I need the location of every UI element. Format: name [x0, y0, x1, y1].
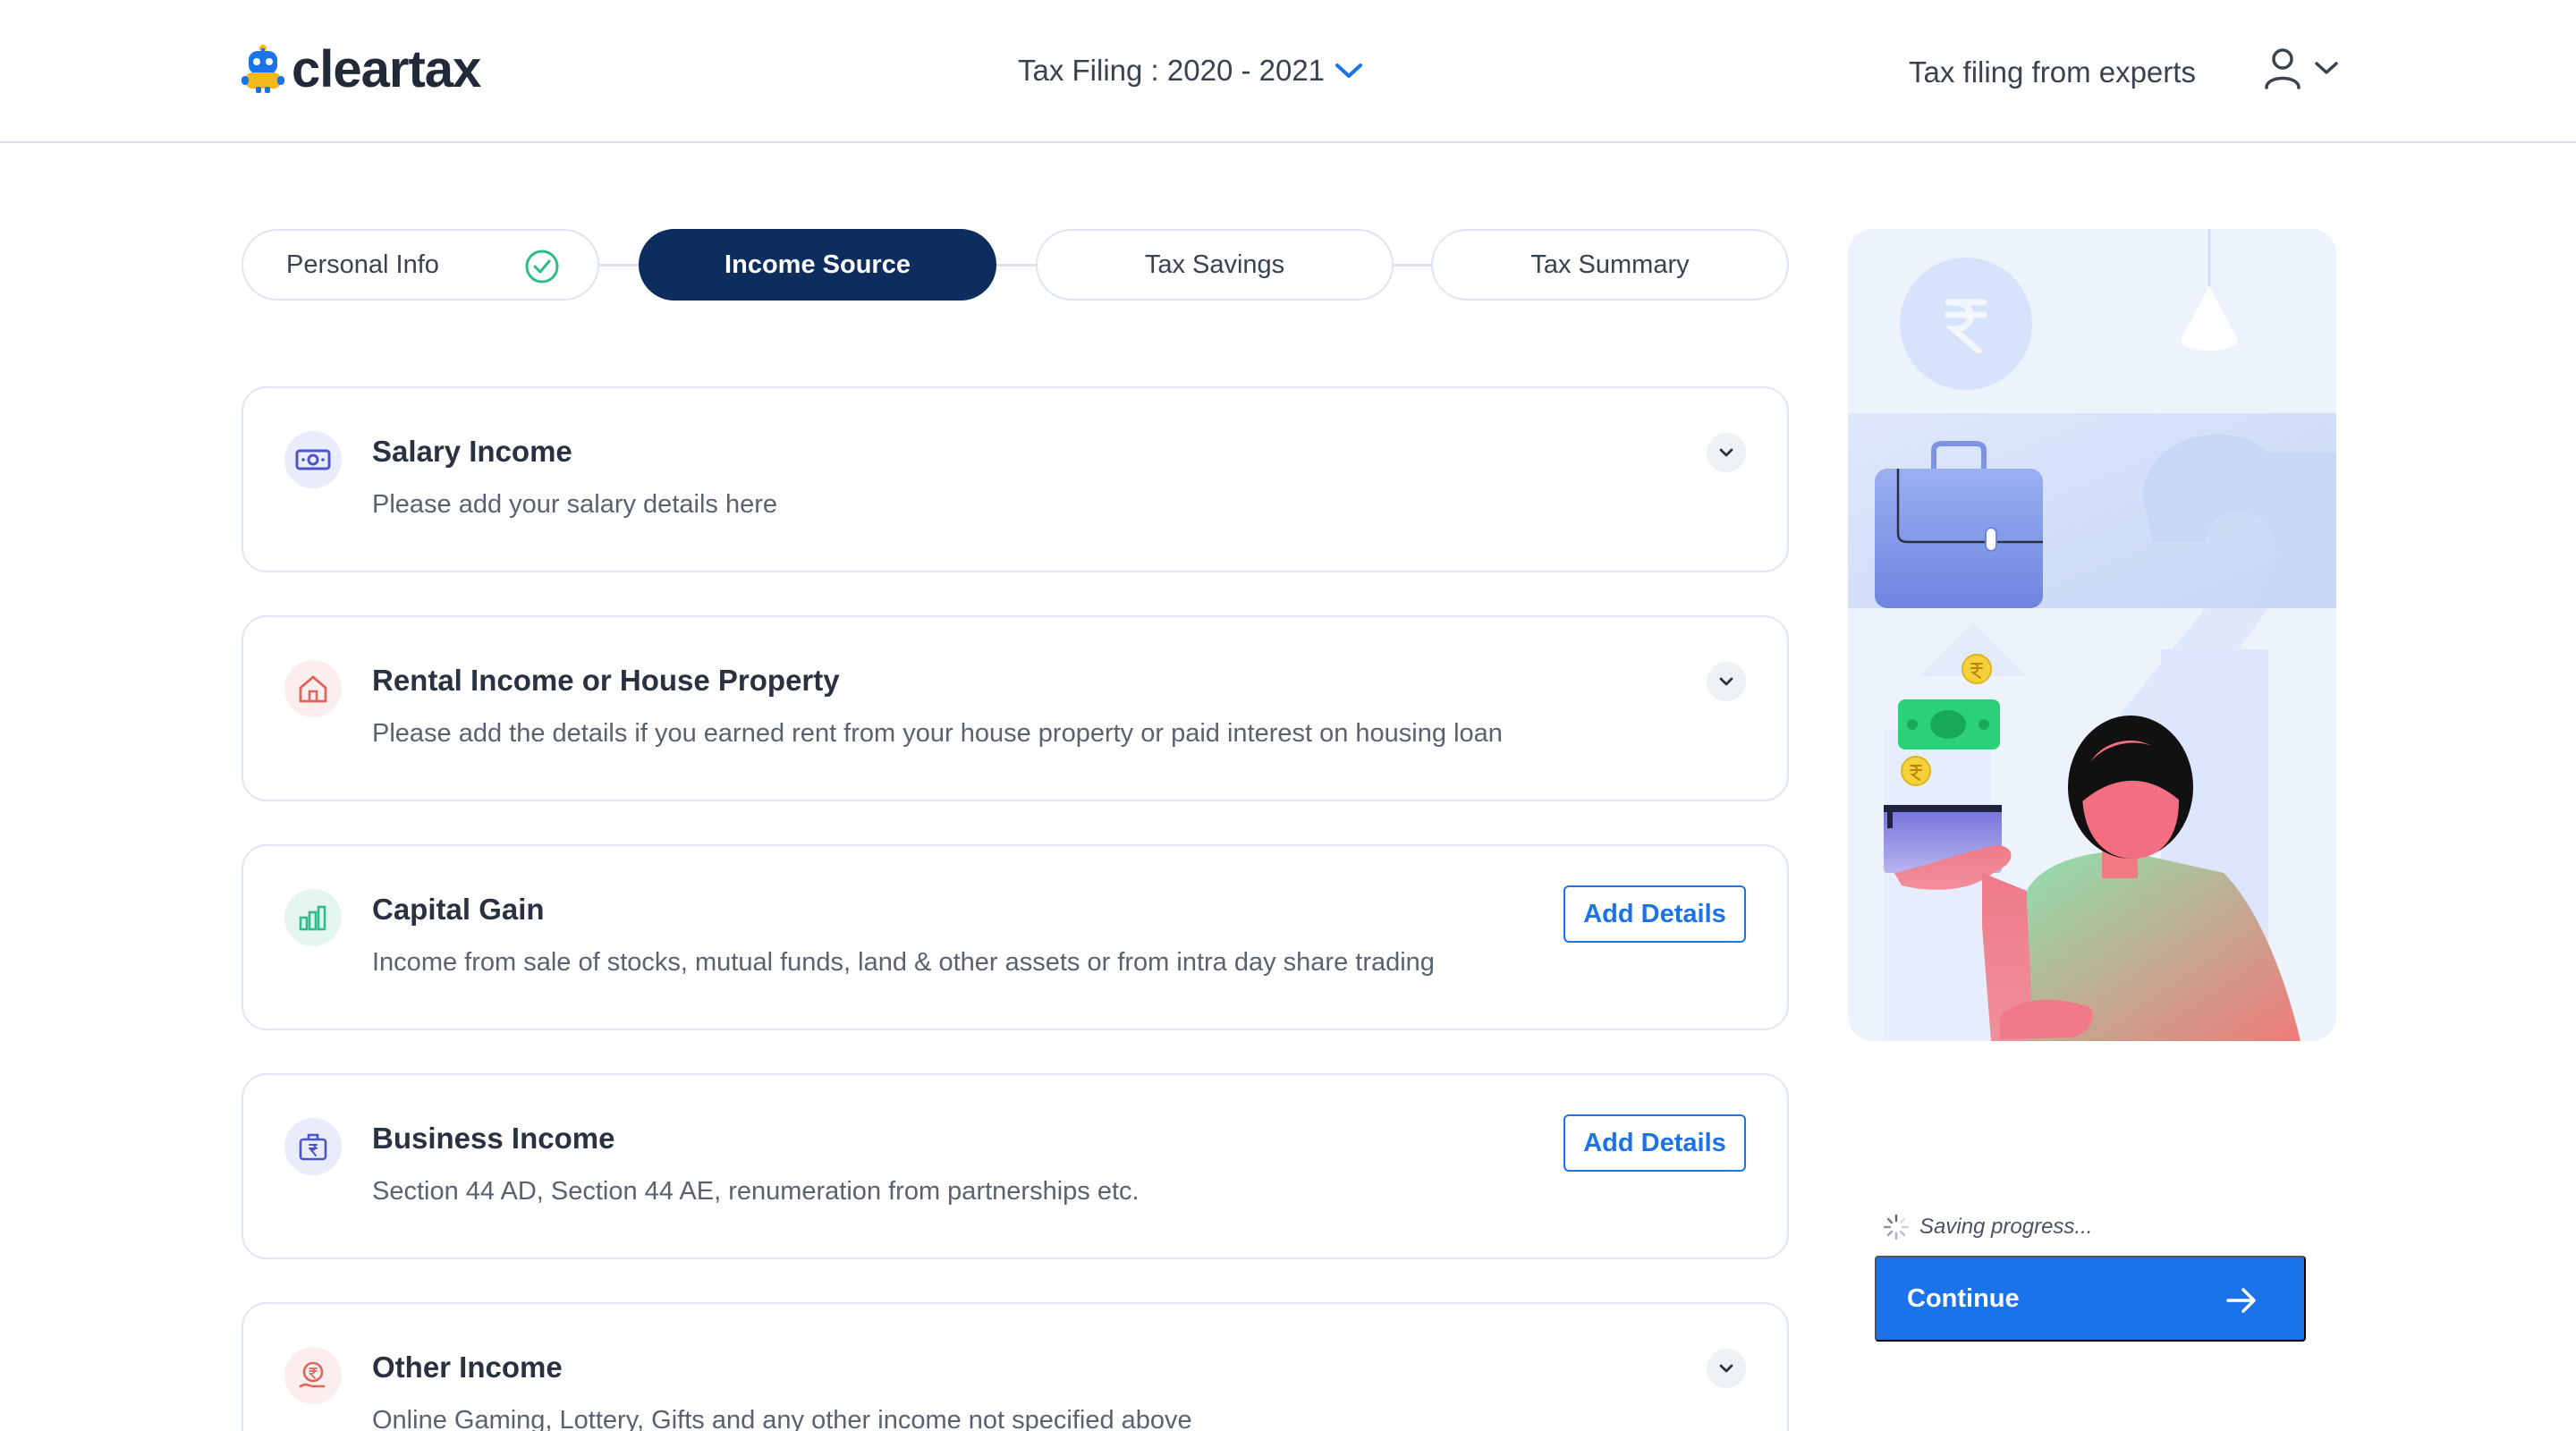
user-menu[interactable] — [2263, 47, 2342, 89]
card-title: Capital Gain — [372, 893, 545, 926]
stepper-connector — [1392, 264, 1433, 267]
spinner-icon — [1883, 1214, 1910, 1240]
chevron-down-icon — [1335, 64, 1363, 78]
card-title: Rental Income or House Property — [372, 664, 840, 697]
income-card-capital-gain[interactable]: Capital Gain Income from sale of stocks,… — [242, 844, 1789, 1030]
robot-logo-icon — [242, 45, 284, 93]
step-label: Tax Savings — [1144, 250, 1285, 279]
card-description: Please add your salary details here — [372, 490, 777, 519]
income-card-business[interactable]: Business Income Section 44 AD, Section 4… — [242, 1073, 1789, 1259]
card-description: Online Gaming, Lottery, Gifts and any ot… — [372, 1406, 1192, 1431]
bar-chart-icon — [284, 889, 342, 946]
add-details-button[interactable]: Add Details — [1563, 885, 1746, 943]
step-income-source[interactable]: Income Source — [639, 229, 996, 301]
tax-year-selector[interactable]: Tax Filing : 2020 - 2021 — [1018, 54, 1364, 88]
income-card-rental[interactable]: Rental Income or House Property Please a… — [242, 615, 1789, 801]
briefcase-rupee-icon — [284, 1118, 342, 1175]
chevron-down-icon — [1719, 1364, 1733, 1373]
check-circle-icon — [525, 250, 559, 284]
step-tax-summary[interactable]: Tax Summary — [1431, 229, 1789, 301]
card-description: Income from sale of stocks, mutual funds… — [372, 948, 1435, 977]
step-label: Income Source — [724, 250, 911, 279]
chevron-down-icon — [2315, 62, 2338, 74]
continue-label: Continue — [1907, 1283, 2020, 1313]
card-title: Other Income — [372, 1351, 563, 1384]
illustration-art — [1848, 229, 2336, 1041]
expand-button[interactable] — [1707, 433, 1746, 472]
house-icon — [284, 660, 342, 717]
cash-icon — [284, 431, 342, 488]
tax-year-label: Tax Filing : 2020 - 2021 — [1018, 54, 1326, 87]
step-label: Tax Summary — [1530, 250, 1690, 279]
add-details-button[interactable]: Add Details — [1563, 1114, 1746, 1172]
saving-progress-indicator: Saving progress... — [1882, 1213, 2092, 1241]
income-illustration — [1848, 229, 2336, 1041]
expand-button[interactable] — [1707, 1349, 1746, 1388]
income-card-salary[interactable]: Salary Income Please add your salary det… — [242, 386, 1789, 572]
saving-text: Saving progress... — [1919, 1215, 2093, 1239]
user-icon — [2265, 48, 2301, 89]
expand-button[interactable] — [1707, 662, 1746, 701]
step-label: Personal Info — [286, 250, 439, 279]
cleartax-logo[interactable]: cleartax — [240, 39, 481, 98]
step-tax-savings[interactable]: Tax Savings — [1036, 229, 1394, 301]
card-title: Business Income — [372, 1122, 615, 1155]
stepper-connector — [597, 264, 640, 267]
chevron-down-icon — [1719, 448, 1733, 457]
income-card-other[interactable]: Other Income Online Gaming, Lottery, Gif… — [242, 1302, 1789, 1431]
stepper-connector — [995, 264, 1038, 267]
chevron-down-icon — [1719, 677, 1733, 686]
brand-name: cleartax — [292, 39, 481, 98]
card-description: Section 44 AD, Section 44 AE, renumerati… — [372, 1177, 1140, 1206]
arrow-right-icon — [2226, 1288, 2256, 1313]
top-header: cleartax Tax Filing : 2020 - 2021 Tax fi… — [0, 0, 2576, 143]
card-description: Please add the details if you earned ren… — [372, 719, 1503, 748]
tax-filing-experts-link[interactable]: Tax filing from experts — [1909, 55, 2196, 89]
continue-button[interactable]: Continue — [1875, 1256, 2306, 1342]
card-title: Salary Income — [372, 435, 572, 468]
coin-hand-icon — [284, 1347, 342, 1404]
step-personal-info[interactable]: Personal Info — [242, 229, 599, 301]
